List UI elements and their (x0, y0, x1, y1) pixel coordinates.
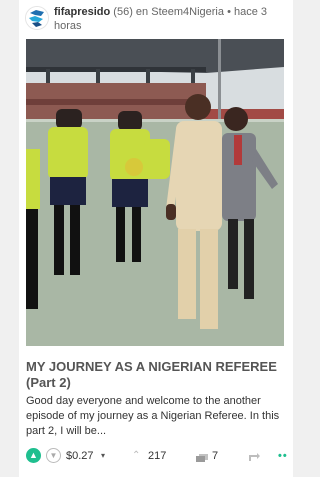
avatar-logo-icon (26, 7, 48, 29)
downvote-button[interactable]: ▼ (46, 448, 61, 463)
more-dots-icon[interactable]: •• (278, 447, 288, 465)
post-title[interactable]: MY JOURNEY AS A NIGERIAN REFEREE (Part 2… (26, 359, 288, 391)
post-excerpt[interactable]: Good day everyone and welcome to the ano… (26, 394, 288, 439)
meta-separator: • (227, 6, 231, 18)
chevron-up-icon: ▲ (29, 450, 38, 460)
votes-count[interactable]: 217 (148, 447, 166, 465)
post-thumbnail[interactable] (26, 39, 284, 346)
comments-count[interactable]: 7 (212, 447, 218, 465)
post-card: fifapresido (56) en Steem4Nigeria • hace… (19, 0, 293, 477)
upvote-button[interactable]: ▲ (26, 448, 41, 463)
payout-dropdown-icon[interactable]: ▾ (101, 447, 105, 465)
author-name[interactable]: fifapresido (54, 6, 110, 18)
post-header: fifapresido (56) en Steem4Nigeria • hace… (25, 4, 287, 34)
author-avatar[interactable] (25, 6, 49, 30)
post-footer: ▲ ▼ $0.27 ▾ ⌃ 217 7 •• (26, 447, 288, 465)
chevron-down-icon: ▼ (49, 451, 58, 460)
payout-value[interactable]: $0.27 (66, 447, 94, 465)
comments-icon[interactable] (196, 451, 208, 462)
post-meta: fifapresido (56) en Steem4Nigeria • hace… (54, 5, 286, 33)
author-reputation: (56) (113, 6, 133, 18)
in-label: en (135, 6, 149, 18)
community-link[interactable]: Steem4Nigeria (151, 6, 224, 18)
votes-icon: ⌃ (132, 450, 141, 461)
reblog-icon[interactable] (248, 451, 261, 461)
